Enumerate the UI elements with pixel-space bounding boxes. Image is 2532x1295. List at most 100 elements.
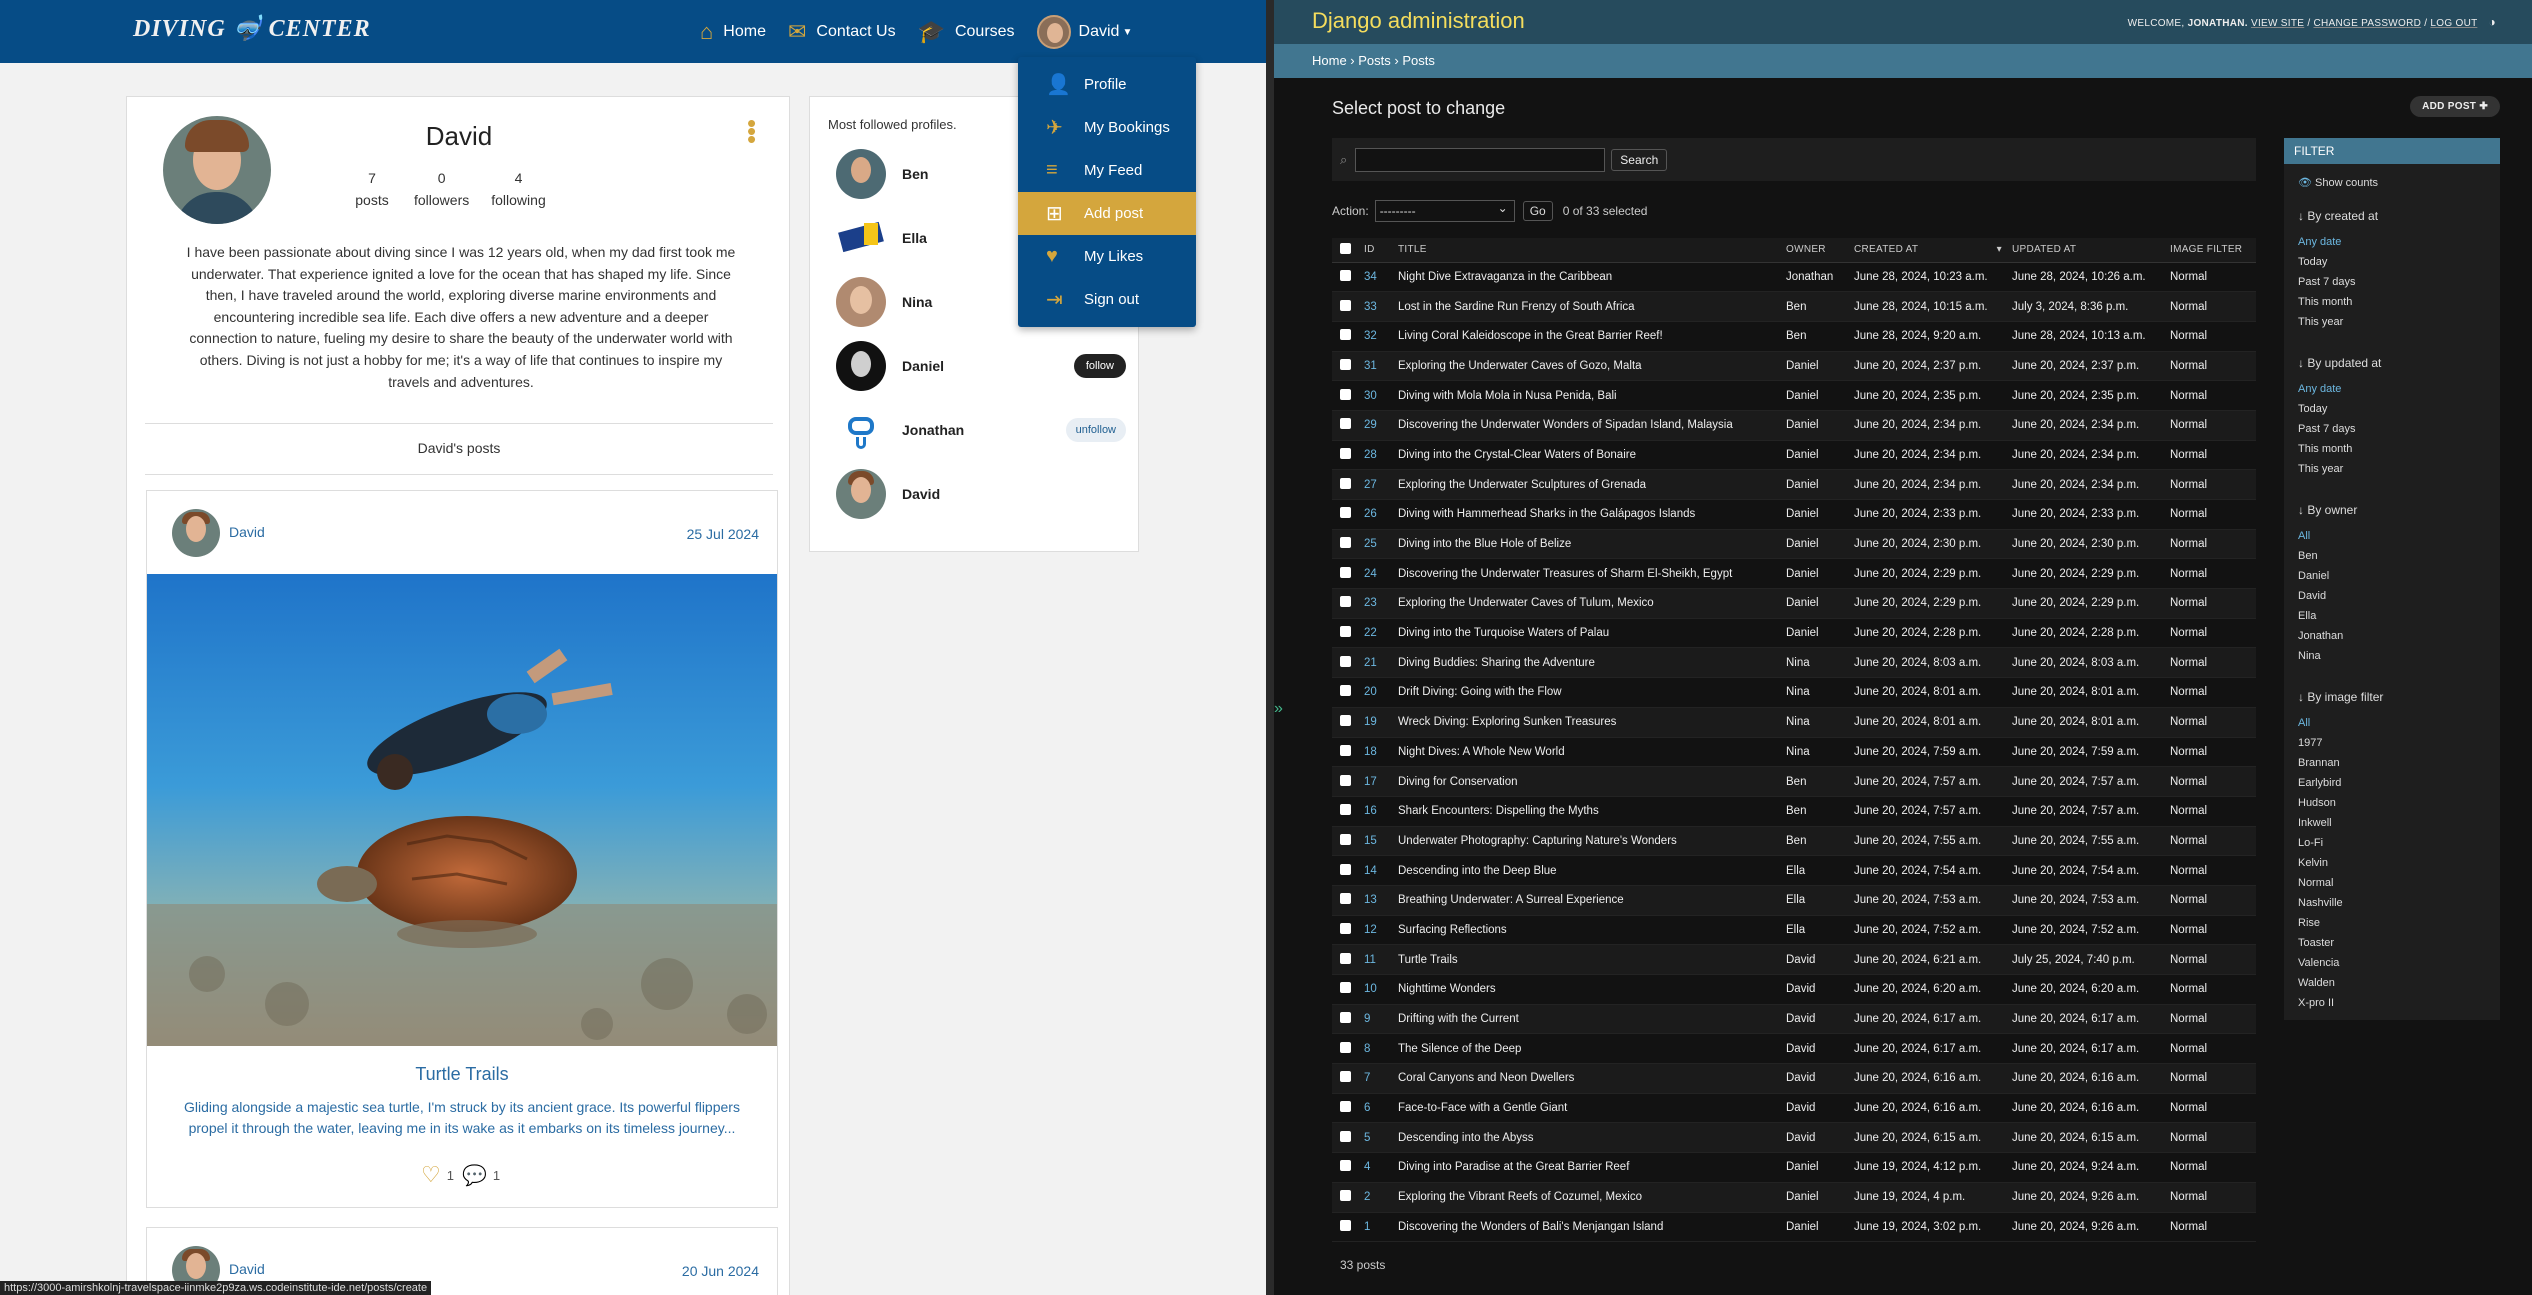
cell-id[interactable]: 26 [1360, 499, 1394, 530]
filter-option[interactable]: Inkwell [2298, 817, 2332, 829]
cell-id[interactable]: 22 [1360, 618, 1394, 649]
row-checkbox[interactable] [1332, 766, 1360, 797]
post-title[interactable]: Turtle Trails [147, 1064, 777, 1085]
table-row[interactable]: 9 Drifting with the Current David June 20, … [1332, 1004, 2256, 1035]
row-checkbox[interactable] [1332, 915, 1360, 946]
row-checkbox[interactable] [1332, 677, 1360, 708]
dropdown-my-likes[interactable]: ♥ My Likes [1018, 235, 1196, 278]
window-divider[interactable] [1266, 0, 1274, 1295]
filter-option[interactable]: All [2298, 717, 2310, 729]
cell-id[interactable]: 1 [1360, 1212, 1394, 1243]
filter-option[interactable]: Lo-Fi [2298, 837, 2323, 849]
filter-option[interactable]: Nashville [2298, 897, 2343, 909]
row-checkbox[interactable] [1332, 469, 1360, 500]
filter-option[interactable]: Any date [2298, 383, 2341, 395]
filter-option[interactable]: Rise [2298, 917, 2320, 929]
row-checkbox[interactable] [1332, 707, 1360, 738]
filter-option[interactable]: Daniel [2298, 570, 2329, 582]
table-row[interactable]: 15 Underwater Photography: Capturing Natu… [1332, 826, 2256, 857]
post-author-avatar[interactable] [172, 509, 220, 557]
table-row[interactable]: 32 Living Coral Kaleidoscope in the Great… [1332, 321, 2256, 352]
table-row[interactable]: 18 Night Dives: A Whole New World Nina June… [1332, 737, 2256, 768]
table-row[interactable]: 12 Surfacing Reflections Ella June 20, 2024… [1332, 915, 2256, 946]
cell-id[interactable]: 2 [1360, 1182, 1394, 1213]
filter-option[interactable]: All [2298, 530, 2310, 542]
row-checkbox[interactable] [1332, 737, 1360, 768]
comments-icon[interactable]: 💬 [462, 1163, 487, 1188]
row-checkbox[interactable] [1332, 351, 1360, 382]
cell-id[interactable]: 18 [1360, 737, 1394, 768]
table-row[interactable]: 34 Night Dive Extravaganza in the Caribbe… [1332, 262, 2256, 293]
filter-option[interactable]: This month [2298, 443, 2352, 455]
filter-option[interactable]: This year [2298, 316, 2343, 328]
table-row[interactable]: 30 Diving with Mola Mola in Nusa Penida, … [1332, 380, 2256, 411]
cell-id[interactable]: 14 [1360, 855, 1394, 886]
cell-id[interactable]: 17 [1360, 766, 1394, 797]
cell-id[interactable]: 15 [1360, 826, 1394, 857]
cell-id[interactable]: 7 [1360, 1063, 1394, 1094]
dropdown-my-feed[interactable]: ≡ My Feed [1018, 149, 1196, 192]
cell-id[interactable]: 9 [1360, 1004, 1394, 1035]
nav-sidebar-toggle-icon[interactable]: » [1274, 700, 1288, 718]
col-updated-at[interactable]: UPDATED AT [2008, 238, 2166, 263]
row-checkbox[interactable] [1332, 1033, 1360, 1065]
followed-profile[interactable]: David [836, 469, 1126, 519]
filter-option[interactable]: Ella [2298, 610, 2316, 622]
table-row[interactable]: 6 Face-to-Face with a Gentle Giant David Ju… [1332, 1093, 2256, 1124]
row-checkbox[interactable] [1332, 944, 1360, 975]
cell-id[interactable]: 27 [1360, 469, 1394, 500]
cell-id[interactable]: 21 [1360, 647, 1394, 679]
table-row[interactable]: 17 Diving for Conservation Ben June 20, 202… [1332, 766, 2256, 797]
cell-id[interactable]: 13 [1360, 885, 1394, 916]
show-counts-link[interactable]: 👁 Show counts [2298, 176, 2378, 189]
breadcrumb-home[interactable]: Home [1312, 53, 1347, 68]
row-checkbox[interactable] [1332, 1152, 1360, 1183]
select-all-checkbox[interactable] [1332, 238, 1360, 263]
filter-option[interactable]: 1977 [2298, 737, 2322, 749]
cell-id[interactable]: 10 [1360, 974, 1394, 1005]
cell-id[interactable]: 33 [1360, 291, 1394, 322]
col-owner[interactable]: OWNER [1782, 238, 1850, 263]
filter-option[interactable]: Kelvin [2298, 857, 2328, 869]
sort-desc-icon[interactable]: ▾ [1997, 244, 2002, 255]
dropdown-profile[interactable]: 👤 Profile [1018, 63, 1196, 106]
row-checkbox[interactable] [1332, 647, 1360, 679]
filter-group-heading[interactable]: ↓ By owner [2298, 503, 2357, 517]
user-menu-toggle[interactable]: David ▼ [1036, 15, 1132, 49]
cell-id[interactable]: 5 [1360, 1122, 1394, 1154]
table-row[interactable]: 24 Discovering the Underwater Treasures o… [1332, 558, 2256, 590]
dropdown-my-bookings[interactable]: ✈ My Bookings [1018, 106, 1196, 149]
followed-profile[interactable]: Jonathan unfollow [836, 405, 1126, 455]
table-row[interactable]: 19 Wreck Diving: Exploring Sunken Treasur… [1332, 707, 2256, 738]
heart-outline-icon[interactable]: ♡ [421, 1162, 441, 1188]
cell-id[interactable]: 30 [1360, 380, 1394, 411]
row-checkbox[interactable] [1332, 618, 1360, 649]
cell-id[interactable]: 34 [1360, 262, 1394, 293]
cell-id[interactable]: 31 [1360, 351, 1394, 382]
filter-option[interactable]: Valencia [2298, 957, 2339, 969]
filter-option[interactable]: Jonathan [2298, 630, 2343, 642]
cell-id[interactable]: 24 [1360, 558, 1394, 590]
row-checkbox[interactable] [1332, 1182, 1360, 1213]
row-checkbox[interactable] [1332, 1063, 1360, 1094]
table-row[interactable]: 31 Exploring the Underwater Caves of Gozo… [1332, 351, 2256, 382]
table-row[interactable]: 25 Diving into the Blue Hole of Belize Dan… [1332, 529, 2256, 560]
cell-id[interactable]: 16 [1360, 796, 1394, 827]
breadcrumb-app[interactable]: Posts [1358, 53, 1391, 68]
table-row[interactable]: 2 Exploring the Vibrant Reefs of Cozumel,… [1332, 1182, 2256, 1213]
row-checkbox[interactable] [1332, 1004, 1360, 1035]
table-row[interactable]: 8 The Silence of the Deep David June 20, 20… [1332, 1033, 2256, 1065]
followed-profile[interactable]: Daniel follow [836, 341, 1126, 391]
filter-option[interactable]: Toaster [2298, 937, 2334, 949]
table-row[interactable]: 16 Shark Encounters: Dispelling the Myths… [1332, 796, 2256, 827]
table-row[interactable]: 28 Diving into the Crystal-Clear Waters o… [1332, 440, 2256, 471]
row-checkbox[interactable] [1332, 974, 1360, 1005]
nav-contact[interactable]: ✉ Contact Us [788, 15, 896, 49]
col-id[interactable]: ID [1360, 238, 1394, 263]
cell-id[interactable]: 6 [1360, 1093, 1394, 1124]
col-image-filter[interactable]: IMAGE FILTER [2166, 238, 2256, 263]
table-row[interactable]: 7 Coral Canyons and Neon Dwellers David Jun… [1332, 1063, 2256, 1094]
row-checkbox[interactable] [1332, 380, 1360, 411]
filter-option[interactable]: Brannan [2298, 757, 2340, 769]
filter-option[interactable]: Today [2298, 403, 2327, 415]
